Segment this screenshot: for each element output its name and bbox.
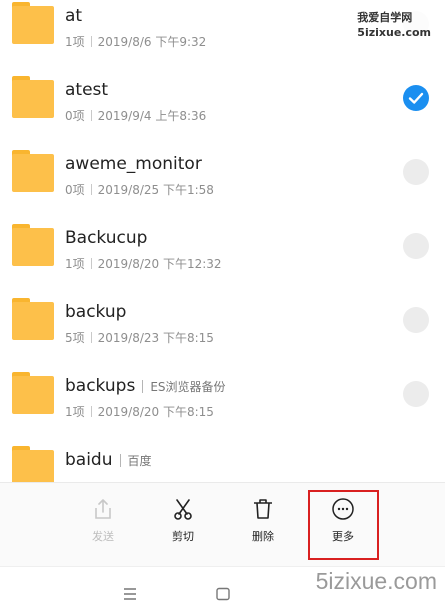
file-row-backups[interactable]: backups ES浏览器备份 1项 2019/8/20 下午8:15 (0, 358, 445, 432)
watermark-logo: 我爱自学网 5izixue.com (353, 8, 435, 42)
highlight-box (308, 490, 379, 560)
file-row-baidu[interactable]: baidu 百度 (0, 432, 445, 482)
item-count: 1项 (65, 404, 85, 419)
modified-date: 2019/8/23 下午8:15 (97, 330, 214, 345)
share-icon (95, 499, 111, 519)
menu-nav-button[interactable] (122, 586, 138, 605)
item-count: 1项 (65, 34, 85, 49)
select-checkbox[interactable] (403, 307, 429, 333)
home-square-icon (216, 587, 230, 601)
file-manager-screen: at 1项 2019/8/6 下午9:32 atest 0项 2019/9/4 上午… (0, 0, 445, 615)
modified-date: 2019/9/4 上午8:36 (97, 108, 207, 123)
delete-label: 删除 (252, 530, 274, 543)
watermark-url: 5izixue.com (357, 26, 431, 39)
folder-icon (12, 298, 54, 340)
delete-button[interactable]: 删除 (233, 497, 293, 555)
folder-tag: ES浏览器备份 (150, 379, 226, 394)
file-name: backups (65, 376, 136, 396)
watermark-bottom: 5izixue.com (315, 568, 437, 594)
folder-tag: 百度 (127, 453, 152, 468)
menu-icon (124, 588, 136, 600)
select-checkbox[interactable] (403, 233, 429, 259)
cut-label: 剪切 (172, 530, 194, 543)
folder-icon (12, 224, 54, 266)
checkmark-icon (408, 92, 424, 104)
folder-icon (12, 150, 54, 192)
file-name: aweme_monitor (65, 154, 202, 174)
scissors-icon (174, 499, 192, 520)
file-name: backup (65, 302, 127, 322)
modified-date: 2019/8/6 下午9:32 (97, 34, 207, 49)
modified-date: 2019/8/25 下午1:58 (97, 182, 214, 197)
folder-icon (12, 446, 54, 482)
file-name: at (65, 6, 83, 26)
watermark-title: 我爱自学网 (357, 11, 413, 24)
home-nav-button[interactable] (215, 586, 231, 605)
file-name: atest (65, 80, 109, 100)
item-count: 1项 (65, 256, 85, 271)
file-row-aweme-monitor[interactable]: aweme_monitor 0项 2019/8/25 下午1:58 (0, 136, 445, 210)
file-row-backucup[interactable]: Backucup 1项 2019/8/20 下午12:32 (0, 210, 445, 284)
cut-button[interactable]: 剪切 (153, 497, 213, 555)
trash-icon (254, 499, 272, 519)
modified-date: 2019/8/20 下午8:15 (97, 404, 214, 419)
folder-icon (12, 372, 54, 414)
folder-icon (12, 76, 54, 118)
file-name: Backucup (65, 228, 148, 248)
file-name: baidu (65, 450, 113, 470)
file-list: at 1项 2019/8/6 下午9:32 atest 0项 2019/9/4 上午… (0, 0, 445, 482)
file-row-atest[interactable]: atest 0项 2019/9/4 上午8:36 (0, 62, 445, 136)
select-checkbox[interactable] (403, 381, 429, 407)
send-button[interactable]: 发送 (73, 497, 133, 555)
item-count: 0项 (65, 108, 85, 123)
item-count: 5项 (65, 330, 85, 345)
item-count: 0项 (65, 182, 85, 197)
file-row-backup[interactable]: backup 5项 2019/8/23 下午8:15 (0, 284, 445, 358)
send-label: 发送 (92, 530, 114, 543)
select-checkbox[interactable] (403, 159, 429, 185)
modified-date: 2019/8/20 下午12:32 (97, 256, 222, 271)
folder-icon (12, 2, 54, 44)
select-checkbox-checked[interactable] (403, 85, 429, 111)
